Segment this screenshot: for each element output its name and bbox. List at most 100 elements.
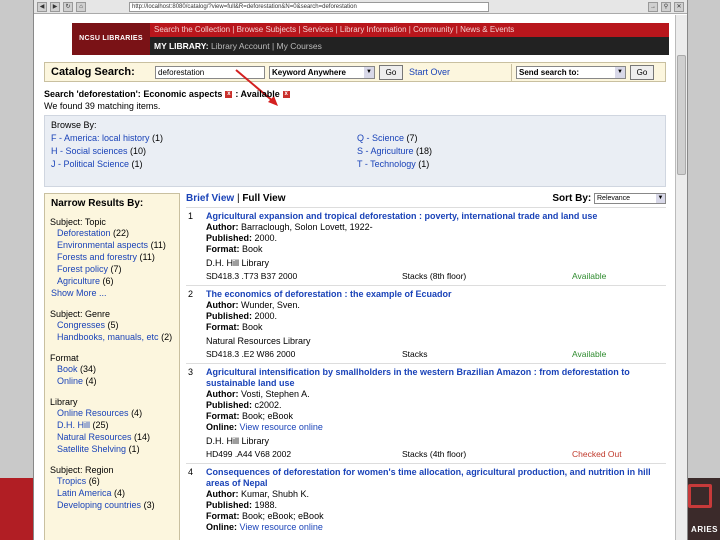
facet-item[interactable]: Environmental aspects (11) xyxy=(57,239,179,251)
breadcrumb-filter-available: : Available xyxy=(235,89,280,99)
vertical-scrollbar[interactable] xyxy=(675,15,687,540)
chevron-down-icon: ▼ xyxy=(656,194,665,203)
view-online-link[interactable]: View resource online xyxy=(240,422,323,432)
remove-filter-icon[interactable]: x xyxy=(282,91,290,99)
facet-item[interactable]: Online Resources (4) xyxy=(57,407,179,419)
result-title-link[interactable]: The economics of deforestation : the exa… xyxy=(206,289,666,300)
result-author: Author: Kumar, Shubh K. xyxy=(206,489,310,499)
search-field-select[interactable]: Keyword Anywhere ▼ xyxy=(269,66,375,79)
full-view-label: Full View xyxy=(242,193,286,204)
call-number: SD418.3 .T73 B37 2000 xyxy=(206,271,298,281)
result-format: Format: Book; eBook xyxy=(206,411,294,421)
browse-by-panel: Browse By: F - America: local history (1… xyxy=(44,115,666,187)
holding-row: SD418.3 .T73 B37 2000 Stacks (8th floor)… xyxy=(206,271,666,283)
facet-item[interactable]: Handbooks, manuals, etc (2) xyxy=(57,331,179,343)
call-number: SD418.3 .E2 W86 2000 xyxy=(206,349,296,359)
site-header: NCSU LIBRARIES Search the Collection | B… xyxy=(72,23,669,55)
facet-heading-format: Format xyxy=(50,353,79,363)
result-published: Published: 2000. xyxy=(206,233,278,243)
holding-location: Stacks xyxy=(402,349,428,359)
top-navigation[interactable]: Search the Collection | Browse Subjects … xyxy=(150,23,669,37)
facet-item[interactable]: Forests and forestry (11) xyxy=(57,251,179,263)
remove-filter-icon[interactable]: x xyxy=(225,91,233,99)
holding-row: HD499 .A44 V68 2002 Stacks (4th floor) C… xyxy=(206,449,666,461)
breadcrumb-prefix: Search 'deforestation': xyxy=(44,89,141,99)
browse-item[interactable]: H - Social sciences (10) xyxy=(51,145,163,158)
result-author: Author: Barraclough, Solon Lovett, 1922- xyxy=(206,222,373,232)
facet-item[interactable]: D.H. Hill (25) xyxy=(57,419,179,431)
scrollbar-thumb[interactable] xyxy=(677,55,686,175)
result-number: 3 xyxy=(188,367,194,377)
browse-item[interactable]: S - Agriculture (18) xyxy=(357,145,432,158)
result-format: Format: Book xyxy=(206,322,263,332)
result-title-link[interactable]: Agricultural intensification by smallhol… xyxy=(206,367,666,389)
my-library-label: MY LIBRARY: xyxy=(154,41,209,51)
forward-icon[interactable]: ▶ xyxy=(50,1,60,12)
catalog-search-label: Catalog Search: xyxy=(51,66,135,78)
status-badge: Available xyxy=(572,349,607,359)
search-icon[interactable]: ⚲ xyxy=(661,1,671,12)
result-author: Author: Wunder, Sven. xyxy=(206,300,300,310)
facet-item[interactable]: Agriculture (6) xyxy=(57,275,179,287)
browser-toolbar: ◀ ▶ ↻ ⌂ http://localhost:8080/catalog/?v… xyxy=(34,0,687,14)
facet-item[interactable]: Book (34) xyxy=(57,363,179,375)
facet-item[interactable]: Natural Resources (14) xyxy=(57,431,179,443)
result-format: Format: Book xyxy=(206,244,263,254)
chevron-down-icon: ▼ xyxy=(364,67,374,78)
facet-item[interactable]: Latin America (4) xyxy=(57,487,179,499)
search-breadcrumb: Search 'deforestation': Economic aspects… xyxy=(44,89,293,99)
result-library: Natural Resources Library xyxy=(206,336,311,346)
facet-item[interactable]: Forest policy (7) xyxy=(57,263,179,275)
result-count: We found 39 matching items. xyxy=(44,101,161,111)
annotation-arrow-icon xyxy=(235,69,278,106)
show-more-link[interactable]: Show More ... xyxy=(51,287,179,299)
search-field-value: Keyword Anywhere xyxy=(272,68,346,77)
result-number: 2 xyxy=(188,289,194,299)
browse-item[interactable]: Q - Science (7) xyxy=(357,132,432,145)
result-published: Published: 2000. xyxy=(206,311,278,321)
browse-item[interactable]: T - Technology (1) xyxy=(357,158,432,171)
status-badge: Checked Out xyxy=(572,449,622,459)
facet-item[interactable]: Satellite Shelving (1) xyxy=(57,443,179,455)
my-library-links[interactable]: Library Account | My Courses xyxy=(211,41,322,51)
address-bar[interactable]: http://localhost:8080/catalog/?view=full… xyxy=(129,1,489,12)
view-online-link[interactable]: View resource online xyxy=(240,522,323,532)
send-go-button[interactable]: Go xyxy=(630,65,654,80)
back-icon[interactable]: ◀ xyxy=(37,1,47,12)
status-badge: Available xyxy=(572,271,607,281)
browse-item[interactable]: J - Political Science (1) xyxy=(51,158,163,171)
facet-item[interactable]: Deforestation (22) xyxy=(57,227,179,239)
start-over-link[interactable]: Start Over xyxy=(409,67,450,77)
home-icon[interactable]: ⌂ xyxy=(76,1,86,12)
send-search-section: Send search to: ▼ Go xyxy=(511,64,661,81)
facet-item[interactable]: Developing countries (3) xyxy=(57,499,179,511)
slide-logo-icon xyxy=(688,484,712,508)
result-library: D.H. Hill Library xyxy=(206,258,270,268)
reload-icon[interactable]: ↻ xyxy=(63,1,73,12)
result-number: 4 xyxy=(188,467,194,477)
result-title-link[interactable]: Consequences of deforestation for women'… xyxy=(206,467,666,489)
facet-heading-region: Subject: Region xyxy=(50,465,114,475)
facet-heading-genre: Subject: Genre xyxy=(50,309,111,319)
holding-row: SD418.3 .E2 W86 2000 Stacks Available xyxy=(206,349,666,361)
brief-view-link[interactable]: Brief View xyxy=(186,193,234,204)
search-go-button[interactable]: Go xyxy=(379,65,403,80)
facet-item[interactable]: Tropics (6) xyxy=(57,475,179,487)
browse-item[interactable]: F - America: local history (1) xyxy=(51,132,163,145)
narrow-results-sidebar: Narrow Results By: Subject: Topic Defore… xyxy=(44,193,180,540)
holding-location: Stacks (8th floor) xyxy=(402,271,467,281)
browse-by-right-column: Q - Science (7) S - Agriculture (18) T -… xyxy=(357,132,432,171)
result-title-link[interactable]: Agricultural expansion and tropical defo… xyxy=(206,211,666,222)
send-search-select[interactable]: Send search to: ▼ xyxy=(516,66,626,79)
close-icon[interactable]: ✕ xyxy=(674,1,684,12)
page-content: NCSU LIBRARIES Search the Collection | B… xyxy=(34,15,675,540)
result-published: Published: 1988. xyxy=(206,500,278,510)
facet-item[interactable]: Congresses (5) xyxy=(57,319,179,331)
sort-select[interactable]: Relevance ▼ xyxy=(594,193,666,204)
site-logo[interactable]: NCSU LIBRARIES xyxy=(72,23,150,55)
call-number: HD499 .A44 V68 2002 xyxy=(206,449,292,459)
result-author: Author: Vosti, Stephen A. xyxy=(206,389,310,399)
result-online: Online: View resource online xyxy=(206,422,323,432)
facet-item[interactable]: Online (4) xyxy=(57,375,179,387)
go-icon[interactable]: → xyxy=(648,1,658,12)
